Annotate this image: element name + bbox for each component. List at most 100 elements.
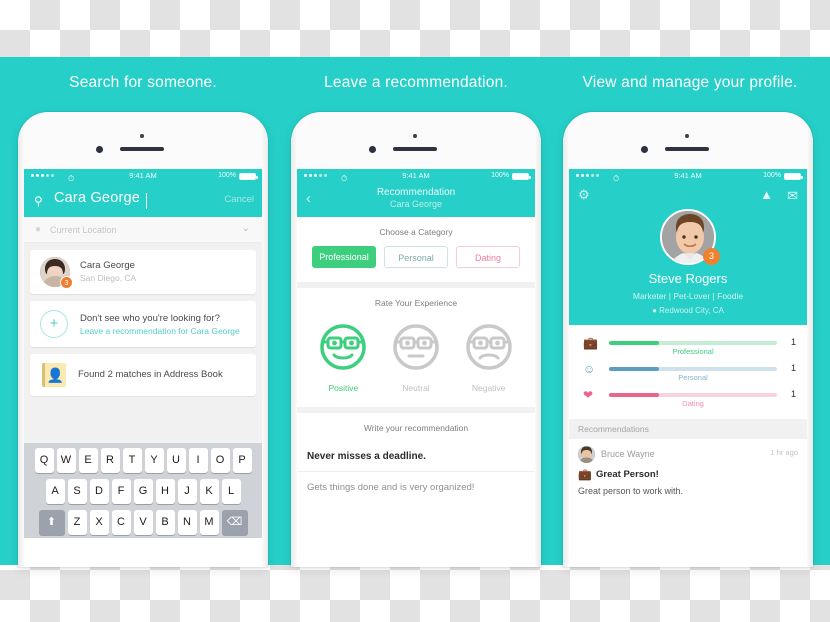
recommendation-body-input[interactable]: Gets things done and is very organized!: [297, 472, 535, 503]
key-w[interactable]: W: [56, 448, 76, 473]
rating-heading: Rate Your Experience: [374, 298, 458, 308]
neutral-nerd-face-icon: [393, 324, 439, 370]
list-item-person[interactable]: 3 Cara George San Diego, CA: [30, 250, 256, 294]
key-d[interactable]: D: [89, 479, 109, 504]
recommendations-heading: Recommendations: [569, 419, 807, 439]
category-dating-button[interactable]: Dating: [456, 246, 520, 268]
key-c[interactable]: C: [111, 510, 131, 535]
status-badge: 3: [703, 248, 720, 265]
key-p[interactable]: P: [232, 448, 252, 473]
earpiece-speaker: [120, 147, 164, 151]
plus-circle-icon[interactable]: +: [40, 310, 68, 338]
key-f[interactable]: F: [111, 479, 131, 504]
key-y[interactable]: Y: [144, 448, 164, 473]
recommendation-author: Bruce Wayne: [601, 449, 655, 459]
headline-recommendation: Leave a recommendation.: [324, 74, 508, 91]
keyboard-row-2: A S D F G H J K L: [27, 479, 259, 504]
phone-mockup-profile: ⏱ 9:41 AM 100% ⚙ ▲ ✉ 3 Steve Rogers Mark…: [563, 112, 813, 567]
profile-header: ⚙ ▲ ✉ 3 Steve Rogers Marketer | Pet-Love…: [569, 183, 807, 325]
location-pin-icon: ●: [652, 306, 657, 315]
recommendation-card[interactable]: Bruce Wayne 1 hr ago 💼 Great Person! Gre…: [569, 439, 807, 505]
stat-dating[interactable]: ❤ Dating 1: [569, 386, 807, 412]
key-u[interactable]: U: [166, 448, 186, 473]
phone-mockup-recommendation: ⏱ 9:41 AM 100% ‹ Recommendation Cara Geo…: [291, 112, 541, 567]
key-x[interactable]: X: [89, 510, 109, 535]
profile-location: ● Redwood City, CA: [569, 306, 807, 315]
key-i[interactable]: I: [188, 448, 208, 473]
smiling-nerd-face-icon: [320, 324, 367, 370]
key-s[interactable]: S: [67, 479, 87, 504]
hearts-icon: ❤: [583, 388, 594, 402]
key-l[interactable]: L: [221, 479, 241, 504]
cancel-button[interactable]: Cancel: [224, 194, 254, 205]
list-item-add-recommendation[interactable]: + Don't see who you're looking for? Leav…: [30, 301, 256, 347]
key-b[interactable]: B: [155, 510, 175, 535]
backspace-key[interactable]: ⌫: [221, 510, 248, 535]
recommendation-time: 1 hr ago: [770, 448, 798, 457]
stat-label: Professional: [672, 347, 714, 356]
status-bar: ⏱ 9:41 AM 100%: [569, 169, 807, 183]
search-bar[interactable]: ⚲ Cara George Cancel: [24, 183, 262, 217]
location-value: Current Location: [50, 225, 117, 235]
gear-icon[interactable]: ⚙: [578, 187, 590, 203]
key-q[interactable]: Q: [34, 448, 54, 473]
stat-count: 1: [790, 337, 796, 347]
avatar: [578, 446, 595, 463]
back-icon[interactable]: ‹: [306, 190, 311, 207]
shift-key[interactable]: ⬆: [38, 510, 65, 535]
rating-positive-label: Positive: [328, 383, 359, 393]
status-battery-text: 100%: [763, 172, 781, 179]
rating-positive[interactable]: Positive: [312, 321, 374, 393]
stat-label: Personal: [678, 373, 708, 382]
progress-fill: [609, 341, 660, 345]
search-input[interactable]: Cara George: [54, 190, 140, 206]
key-h[interactable]: H: [155, 479, 175, 504]
status-battery-text: 100%: [491, 172, 509, 179]
progress-fill: [609, 393, 660, 397]
category-professional-button[interactable]: Professional: [312, 246, 376, 268]
prompt-question: Don't see who you're looking for?: [80, 313, 220, 324]
share-icon[interactable]: ▲: [760, 187, 773, 202]
key-t[interactable]: T: [122, 448, 142, 473]
key-o[interactable]: O: [210, 448, 230, 473]
mail-icon[interactable]: ✉: [787, 188, 798, 204]
key-z[interactable]: Z: [67, 510, 87, 535]
key-a[interactable]: A: [45, 479, 65, 504]
stat-count: 1: [790, 363, 796, 373]
chevron-down-icon[interactable]: ⌄: [242, 223, 250, 234]
rating-neutral[interactable]: Neutral: [385, 321, 447, 393]
key-e[interactable]: E: [78, 448, 98, 473]
earpiece-speaker: [393, 147, 437, 151]
person-city: San Diego, CA: [80, 273, 137, 283]
key-m[interactable]: M: [199, 510, 219, 535]
headline-profile: View and manage your profile.: [582, 74, 798, 91]
key-g[interactable]: G: [133, 479, 153, 504]
key-v[interactable]: V: [133, 510, 153, 535]
rating-section: Rate Your Experience Positive Neutral Ne…: [297, 288, 535, 407]
virtual-keyboard[interactable]: Q W E R T Y U I O P A S D F G H J K L ⬆ …: [24, 443, 262, 538]
key-k[interactable]: K: [199, 479, 219, 504]
category-heading: Choose a Category: [379, 227, 453, 237]
rating-negative[interactable]: Negative: [458, 321, 520, 393]
stat-professional[interactable]: 💼 Professional 1: [569, 334, 807, 360]
screen-profile: ⏱ 9:41 AM 100% ⚙ ▲ ✉ 3 Steve Rogers Mark…: [569, 169, 807, 567]
rating-neutral-label: Neutral: [402, 383, 430, 393]
recommendation-title-input[interactable]: Never misses a deadline.: [297, 442, 535, 472]
profile-name: Steve Rogers: [648, 271, 728, 286]
key-n[interactable]: N: [177, 510, 197, 535]
category-personal-button[interactable]: Personal: [384, 246, 448, 268]
list-item-address-book[interactable]: 👤 Found 2 matches in Address Book: [30, 354, 256, 396]
write-section: Write your recommendation Never misses a…: [297, 413, 535, 503]
key-r[interactable]: R: [100, 448, 120, 473]
stat-personal[interactable]: ☺ Personal 1: [569, 360, 807, 386]
rating-options: Positive Neutral Negative: [297, 317, 535, 407]
text-caret: [146, 193, 147, 209]
prompt-link[interactable]: Leave a recommendation for Cara George: [80, 326, 240, 336]
recommendation-title: 💼 Great Person!: [578, 469, 798, 481]
key-j[interactable]: J: [177, 479, 197, 504]
front-camera-icon: [369, 146, 376, 153]
avatar-container: 3: [658, 209, 720, 265]
location-selector[interactable]: ● Current Location ⌄: [24, 217, 262, 243]
person-circle-icon: ☺: [583, 362, 596, 376]
battery-icon: [239, 173, 258, 180]
